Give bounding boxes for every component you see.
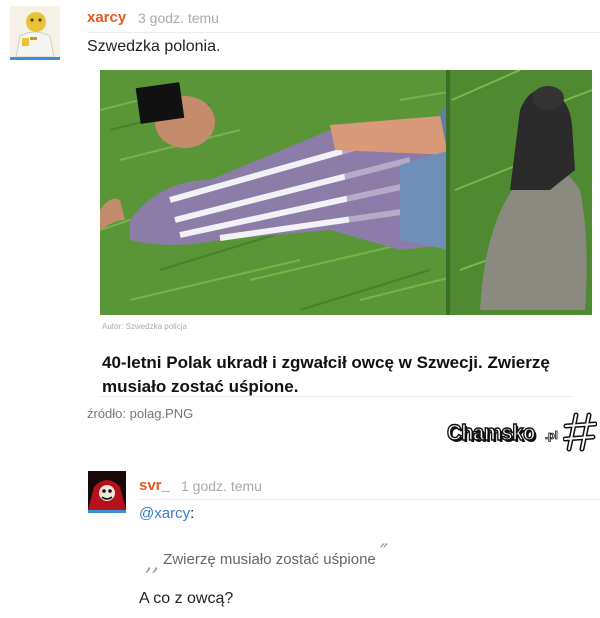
reply-username[interactable]: svr_ xyxy=(139,477,170,494)
reply-mention: @xarcy: xyxy=(139,505,194,522)
close-quote-icon: ″ xyxy=(379,541,389,566)
comment-time[interactable]: 3 godz. temu xyxy=(138,10,219,26)
watermark-text: Chamsko xyxy=(446,419,536,446)
open-quote-icon: ,, xyxy=(145,551,159,576)
reply-quote: ,, Zwierzę musiało zostać uśpione ″ xyxy=(145,541,388,576)
comment-divider xyxy=(87,32,600,33)
mention-user[interactable]: xarcy xyxy=(154,505,190,522)
hash-icon xyxy=(563,412,597,452)
reply-time[interactable]: 1 godz. temu xyxy=(181,478,262,494)
reply-text: A co z owcą? xyxy=(139,590,234,607)
image-credit: Autor: Szwedzka policja xyxy=(102,322,187,331)
reply-divider xyxy=(139,499,600,500)
quote-text: Zwierzę musiało zostać uśpione xyxy=(163,551,376,568)
article-headline[interactable]: 40-letni Polak ukradł i zgwałcił owcę w … xyxy=(102,351,572,399)
comment-text: Szwedzka polonia. xyxy=(87,38,221,55)
avatar-xarcy[interactable] xyxy=(10,6,60,60)
chamsko-watermark: Chamsko .pl xyxy=(446,412,597,452)
mention-at[interactable]: @ xyxy=(139,505,154,522)
mention-colon: : xyxy=(190,505,195,522)
attached-image[interactable] xyxy=(100,70,592,315)
avatar-svr[interactable] xyxy=(88,471,126,513)
card-divider xyxy=(100,396,572,397)
watermark-suffix: .pl xyxy=(545,430,559,443)
image-source[interactable]: źródło: polag.PNG xyxy=(87,406,193,421)
comment-username[interactable]: xarcy xyxy=(87,9,126,26)
